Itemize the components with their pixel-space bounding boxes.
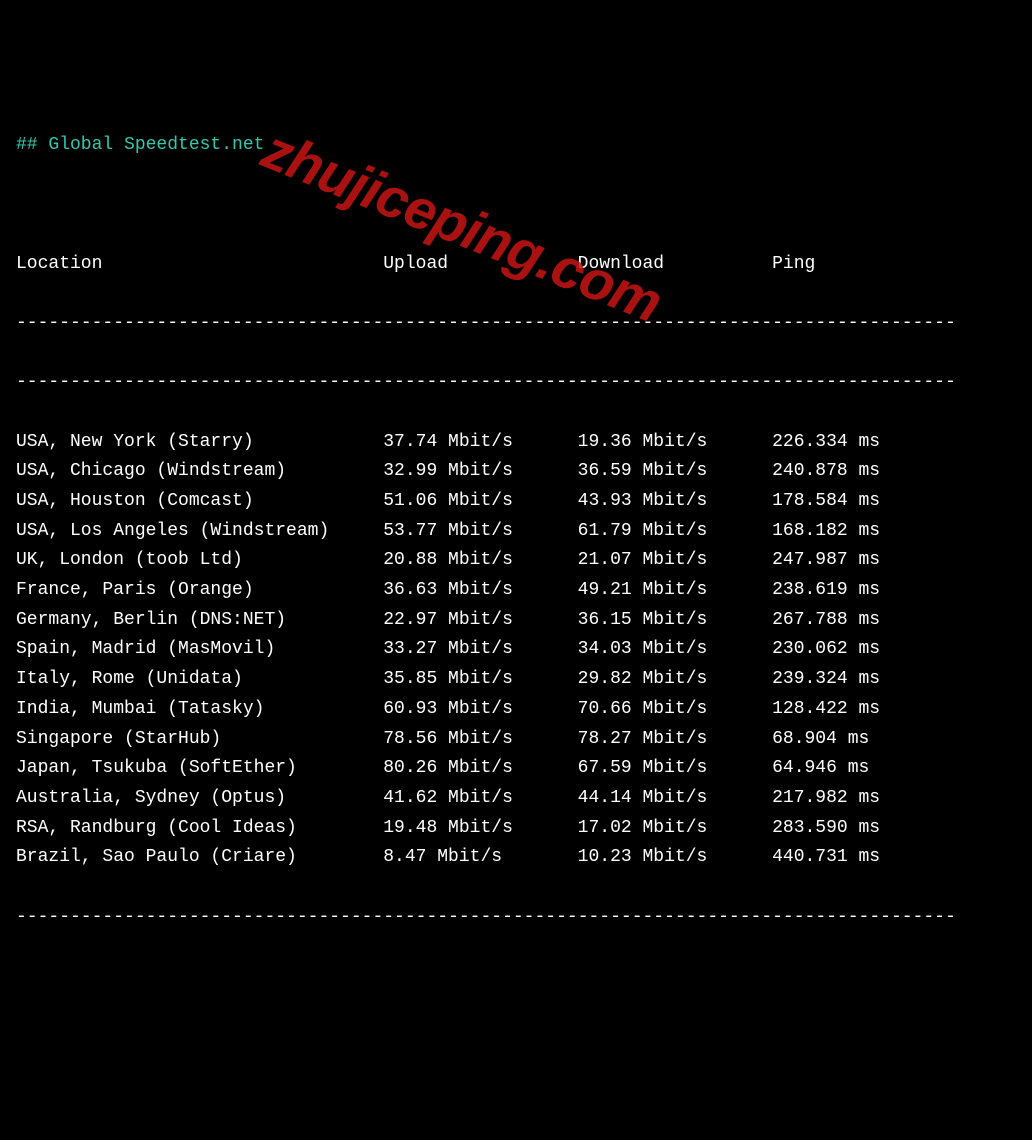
table-header: LocationUploadDownloadPing <box>16 250 1016 280</box>
cell-download: 44.14 Mbit/s <box>578 784 772 814</box>
divider: ----------------------------------------… <box>16 903 1016 933</box>
cell-ping: 440.731 ms <box>772 843 880 873</box>
cell-upload: 35.85 Mbit/s <box>383 665 577 695</box>
cell-location: Singapore (StarHub) <box>16 725 383 755</box>
cell-location: USA, Los Angeles (Windstream) <box>16 517 383 547</box>
cell-location: India, Mumbai (Tatasky) <box>16 695 383 725</box>
cell-upload: 19.48 Mbit/s <box>383 814 577 844</box>
table-row: India, Mumbai (Tatasky)60.93 Mbit/s70.66… <box>16 695 1016 725</box>
cell-location: RSA, Randburg (Cool Ideas) <box>16 814 383 844</box>
cell-location: USA, Houston (Comcast) <box>16 487 383 517</box>
cell-download: 49.21 Mbit/s <box>578 576 772 606</box>
col-header-upload: Upload <box>383 250 577 280</box>
table-row: France, Paris (Orange)36.63 Mbit/s49.21 … <box>16 576 1016 606</box>
cell-location: Spain, Madrid (MasMovil) <box>16 635 383 665</box>
section-title: ## Global Speedtest.net <box>16 131 1016 161</box>
cell-upload: 8.47 Mbit/s <box>383 843 577 873</box>
table-row: Australia, Sydney (Optus)41.62 Mbit/s44.… <box>16 784 1016 814</box>
cell-upload: 33.27 Mbit/s <box>383 635 577 665</box>
cell-download: 17.02 Mbit/s <box>578 814 772 844</box>
table-row: USA, New York (Starry)37.74 Mbit/s19.36 … <box>16 428 1016 458</box>
cell-ping: 128.422 ms <box>772 695 880 725</box>
cell-upload: 20.88 Mbit/s <box>383 546 577 576</box>
cell-download: 29.82 Mbit/s <box>578 665 772 695</box>
cell-ping: 238.619 ms <box>772 576 880 606</box>
table-row: USA, Chicago (Windstream)32.99 Mbit/s36.… <box>16 457 1016 487</box>
cell-download: 70.66 Mbit/s <box>578 695 772 725</box>
cell-upload: 53.77 Mbit/s <box>383 517 577 547</box>
cell-upload: 41.62 Mbit/s <box>383 784 577 814</box>
divider: ----------------------------------------… <box>16 368 1016 398</box>
table-row: USA, Los Angeles (Windstream)53.77 Mbit/… <box>16 517 1016 547</box>
cell-location: USA, New York (Starry) <box>16 428 383 458</box>
cell-ping: 168.182 ms <box>772 517 880 547</box>
cell-upload: 37.74 Mbit/s <box>383 428 577 458</box>
cell-ping: 68.904 ms <box>772 725 869 755</box>
cell-upload: 36.63 Mbit/s <box>383 576 577 606</box>
cell-location: USA, Chicago (Windstream) <box>16 457 383 487</box>
cell-location: UK, London (toob Ltd) <box>16 546 383 576</box>
cell-ping: 267.788 ms <box>772 606 880 636</box>
cell-location: Germany, Berlin (DNS:NET) <box>16 606 383 636</box>
cell-download: 34.03 Mbit/s <box>578 635 772 665</box>
cell-location: Australia, Sydney (Optus) <box>16 784 383 814</box>
col-header-ping: Ping <box>772 250 815 280</box>
table-row: Italy, Rome (Unidata)35.85 Mbit/s29.82 M… <box>16 665 1016 695</box>
cell-download: 67.59 Mbit/s <box>578 754 772 784</box>
table-row: Singapore (StarHub)78.56 Mbit/s78.27 Mbi… <box>16 725 1016 755</box>
cell-location: Japan, Tsukuba (SoftEther) <box>16 754 383 784</box>
cell-ping: 178.584 ms <box>772 487 880 517</box>
table-row: Brazil, Sao Paulo (Criare)8.47 Mbit/s10.… <box>16 843 1016 873</box>
cell-ping: 230.062 ms <box>772 635 880 665</box>
col-header-download: Download <box>578 250 772 280</box>
cell-upload: 80.26 Mbit/s <box>383 754 577 784</box>
col-header-location: Location <box>16 250 383 280</box>
cell-ping: 283.590 ms <box>772 814 880 844</box>
table-row: UK, London (toob Ltd)20.88 Mbit/s21.07 M… <box>16 546 1016 576</box>
cell-upload: 22.97 Mbit/s <box>383 606 577 636</box>
cell-upload: 60.93 Mbit/s <box>383 695 577 725</box>
table-row: Germany, Berlin (DNS:NET)22.97 Mbit/s36.… <box>16 606 1016 636</box>
cell-ping: 217.982 ms <box>772 784 880 814</box>
cell-location: France, Paris (Orange) <box>16 576 383 606</box>
table-row: Spain, Madrid (MasMovil)33.27 Mbit/s34.0… <box>16 635 1016 665</box>
cell-location: Italy, Rome (Unidata) <box>16 665 383 695</box>
table-row: Japan, Tsukuba (SoftEther)80.26 Mbit/s67… <box>16 754 1016 784</box>
cell-download: 43.93 Mbit/s <box>578 487 772 517</box>
cell-upload: 51.06 Mbit/s <box>383 487 577 517</box>
cell-upload: 78.56 Mbit/s <box>383 725 577 755</box>
cell-upload: 32.99 Mbit/s <box>383 457 577 487</box>
cell-download: 61.79 Mbit/s <box>578 517 772 547</box>
table-row: USA, Houston (Comcast)51.06 Mbit/s43.93 … <box>16 487 1016 517</box>
cell-ping: 239.324 ms <box>772 665 880 695</box>
cell-download: 36.15 Mbit/s <box>578 606 772 636</box>
cell-download: 78.27 Mbit/s <box>578 725 772 755</box>
cell-ping: 226.334 ms <box>772 428 880 458</box>
cell-download: 36.59 Mbit/s <box>578 457 772 487</box>
cell-download: 21.07 Mbit/s <box>578 546 772 576</box>
table-row: RSA, Randburg (Cool Ideas)19.48 Mbit/s17… <box>16 814 1016 844</box>
cell-location: Brazil, Sao Paulo (Criare) <box>16 843 383 873</box>
cell-ping: 240.878 ms <box>772 457 880 487</box>
divider: ----------------------------------------… <box>16 309 1016 339</box>
cell-ping: 247.987 ms <box>772 546 880 576</box>
cell-ping: 64.946 ms <box>772 754 869 784</box>
cell-download: 19.36 Mbit/s <box>578 428 772 458</box>
cell-download: 10.23 Mbit/s <box>578 843 772 873</box>
